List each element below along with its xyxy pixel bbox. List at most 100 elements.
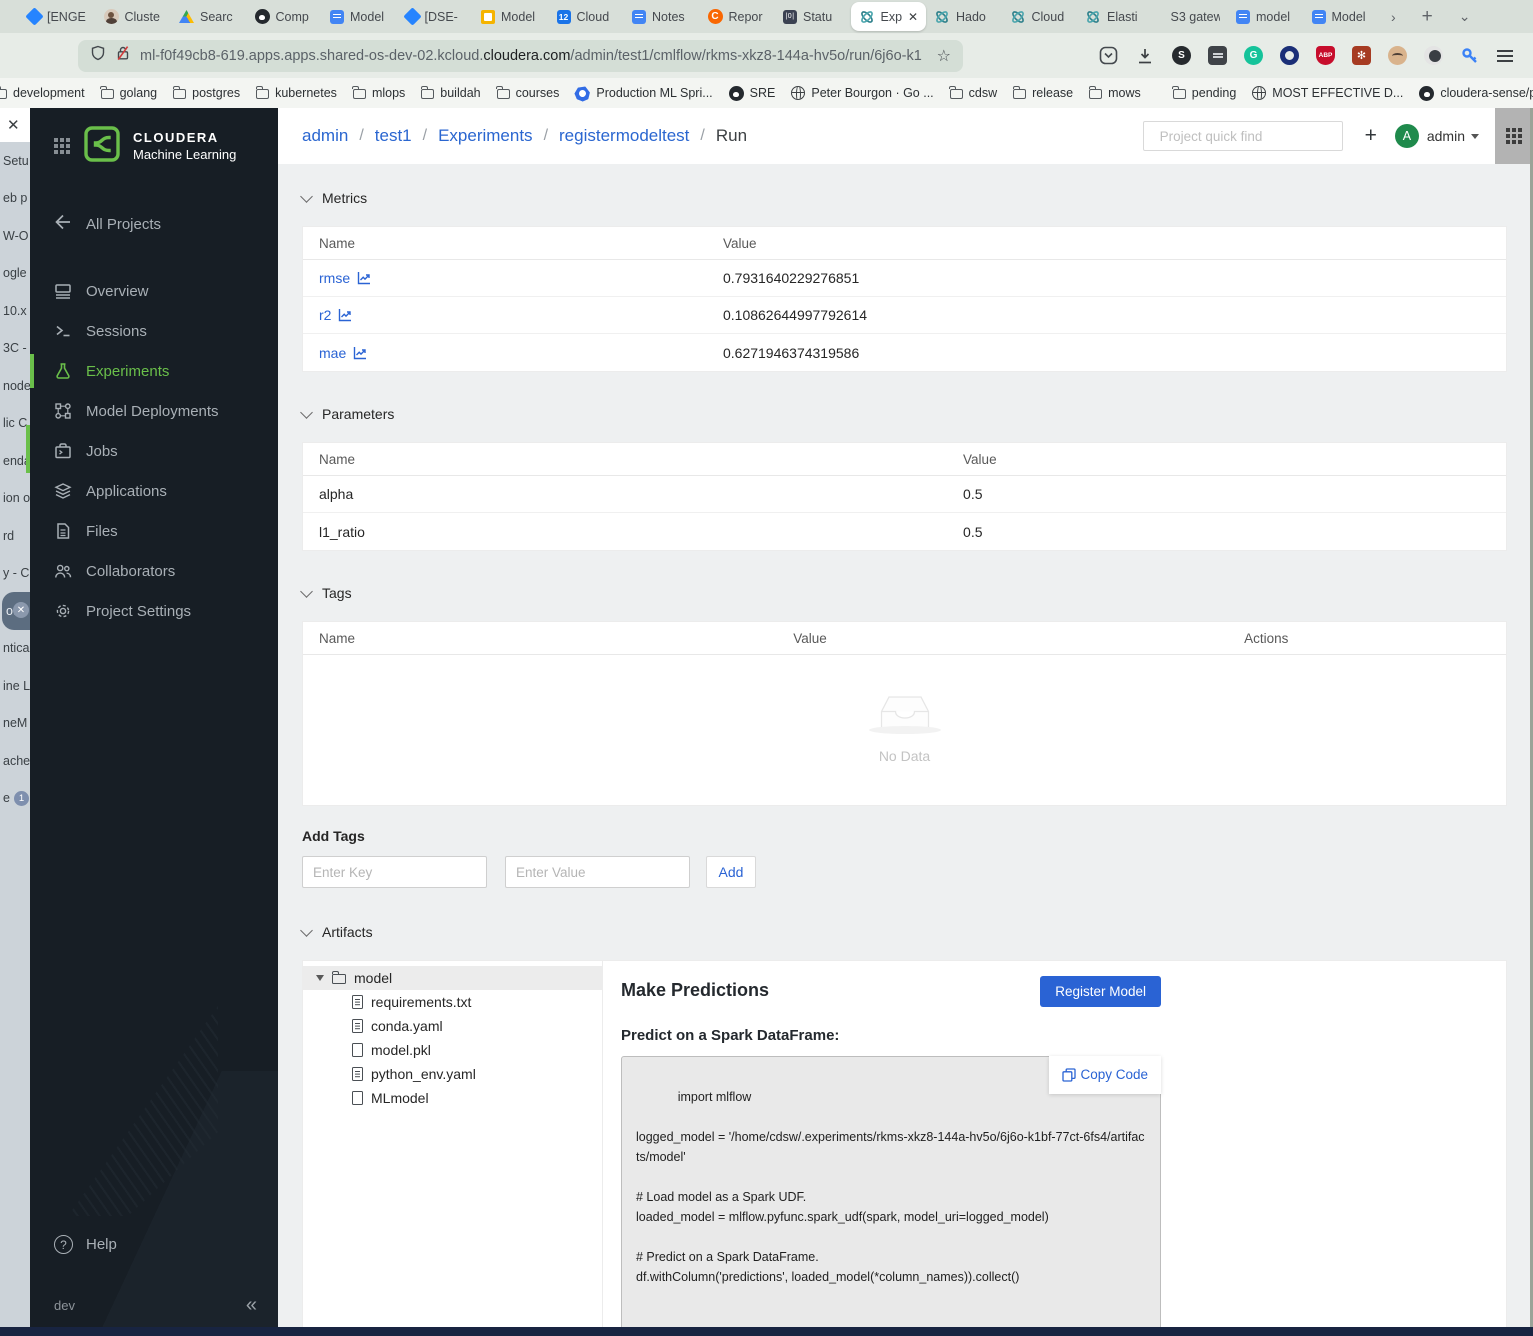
sidebar-item-collaborators[interactable]: Collaborators	[30, 551, 278, 591]
tree-file[interactable]: python_env.yaml	[303, 1062, 602, 1086]
sidebar-collapse-icon[interactable]: «	[246, 1294, 257, 1317]
adblock-icon[interactable]	[1316, 46, 1335, 65]
browser-tab[interactable]: [DSE-	[398, 0, 474, 33]
bookmark-item[interactable]: mows	[1088, 86, 1141, 100]
list-item[interactable]: neM	[0, 705, 30, 743]
collapse-chevron-icon[interactable]	[300, 584, 313, 598]
sidebar-item-applications[interactable]: Applications	[30, 471, 278, 511]
browser-tab-active[interactable]: Exp ✕	[850, 2, 926, 31]
bookmark-item[interactable]: pending	[1172, 86, 1236, 100]
browser-tab[interactable]: Hado	[926, 0, 1002, 33]
browser-tab[interactable]: Searc	[171, 0, 247, 33]
tag-key-input[interactable]	[302, 856, 487, 888]
grammarly-icon[interactable]	[1244, 46, 1263, 65]
list-item[interactable]: node	[0, 367, 30, 405]
browser-tab[interactable]: Cloud	[549, 0, 625, 33]
chevron-down-icon[interactable]	[1471, 133, 1479, 139]
copy-code-button[interactable]: Copy Code	[1049, 1056, 1161, 1094]
new-project-button[interactable]: +	[1365, 124, 1377, 148]
list-item[interactable]: ntica	[0, 630, 30, 668]
breadcrumb-link[interactable]: admin	[302, 126, 348, 146]
breadcrumb-link[interactable]: test1	[375, 126, 412, 146]
search-input[interactable]	[1159, 128, 1337, 144]
tree-file[interactable]: MLmodel	[303, 1086, 602, 1110]
bookmark-item[interactable]: Production ML Spri...	[575, 86, 713, 101]
bookmark-item[interactable]: cdsw	[949, 86, 997, 100]
list-item[interactable]: ion o	[0, 480, 30, 518]
key-icon[interactable]	[1460, 46, 1480, 66]
pocket-icon[interactable]	[1098, 46, 1118, 66]
metric-link[interactable]: mae	[319, 345, 367, 361]
browser-tab[interactable]: Comp	[247, 0, 323, 33]
list-item-selected[interactable]: ou✕	[2, 592, 30, 630]
sidebar-item-experiments[interactable]: Experiments	[30, 351, 278, 391]
new-tab-button[interactable]: +	[1422, 6, 1433, 28]
download-icon[interactable]	[1135, 46, 1155, 66]
bookmark-item[interactable]: Peter Bourgon · Go ...	[791, 86, 934, 100]
tree-file[interactable]: requirements.txt	[303, 990, 602, 1014]
browser-tab[interactable]: model	[1228, 0, 1304, 33]
browser-tab[interactable]: Elasti	[1077, 0, 1153, 33]
okta-icon[interactable]	[1280, 46, 1299, 65]
list-item[interactable]: 10.x	[0, 292, 30, 330]
metric-link[interactable]: rmse	[319, 270, 371, 286]
avatar[interactable]: A	[1394, 124, 1419, 148]
bookmark-item[interactable]: buildah	[420, 86, 481, 100]
list-item[interactable]: W-O	[0, 217, 30, 255]
tree-file[interactable]: conda.yaml	[303, 1014, 602, 1038]
darkreader-icon[interactable]	[1424, 46, 1443, 65]
collapse-chevron-icon[interactable]	[300, 405, 313, 419]
collapse-chevron-icon[interactable]	[300, 923, 313, 937]
bookmark-item[interactable]: cloudera-sense/pre...	[1419, 85, 1533, 101]
caret-down-icon[interactable]	[316, 975, 324, 981]
tree-file[interactable]: model.pkl	[303, 1038, 602, 1062]
metric-link[interactable]: r2	[319, 307, 352, 323]
list-item[interactable]: ache	[0, 742, 30, 780]
bookmark-item[interactable]: courses	[496, 86, 559, 100]
url-bar[interactable]: ml-f0f49cb8-619.apps.apps.shared-os-dev-…	[78, 39, 963, 72]
list-item[interactable]: y - C	[0, 555, 30, 593]
apps-grid-button[interactable]	[1495, 108, 1533, 164]
list-item[interactable]: eb p	[0, 180, 30, 218]
browser-tab[interactable]: Repor	[700, 0, 776, 33]
browser-tab[interactable]: Model	[473, 0, 549, 33]
breadcrumb-link[interactable]: Experiments	[438, 126, 532, 146]
all-projects-link[interactable]: All Projects	[54, 213, 278, 235]
browser-tab[interactable]: Notes	[624, 0, 700, 33]
browser-tab[interactable]: [ENGE	[20, 0, 96, 33]
sidebar-item-overview[interactable]: Overview	[30, 271, 278, 311]
list-item[interactable]: rd	[0, 517, 30, 555]
bookmark-item[interactable]: release	[1012, 86, 1073, 100]
add-tag-button[interactable]: Add	[706, 856, 756, 888]
extension-card-icon[interactable]	[1208, 46, 1227, 65]
project-quick-find[interactable]	[1142, 121, 1343, 151]
extension-face-icon[interactable]	[1388, 46, 1407, 65]
tree-folder-model[interactable]: model	[303, 966, 602, 990]
shield-icon[interactable]	[90, 45, 106, 66]
app-switcher-icon[interactable]	[54, 138, 71, 155]
register-model-button[interactable]: Register Model	[1040, 976, 1161, 1007]
breadcrumb-link[interactable]: registermodeltest	[559, 126, 689, 146]
bookmark-item[interactable]: development	[0, 86, 85, 100]
list-item[interactable]: e1	[0, 780, 30, 818]
tag-value-input[interactable]	[505, 856, 690, 888]
list-item[interactable]: Setu	[0, 142, 30, 180]
user-menu[interactable]: admin	[1427, 128, 1465, 144]
spark-code-block[interactable]: import mlflow logged_model = '/home/cdsw…	[621, 1056, 1161, 1336]
browser-tab[interactable]: Model	[322, 0, 398, 33]
sidebar-item-sessions[interactable]: Sessions	[30, 311, 278, 351]
bookmark-item[interactable]: postgres	[172, 86, 240, 100]
bookmark-item[interactable]: SRE	[728, 85, 775, 101]
extension-s-icon[interactable]	[1172, 46, 1191, 65]
browser-tab[interactable]: Cloud	[1002, 0, 1078, 33]
list-item[interactable]: 3C -	[0, 330, 30, 368]
bookmark-item[interactable]: kubernetes	[255, 86, 337, 100]
sidebar-item-jobs[interactable]: Jobs	[30, 431, 278, 471]
insecure-lock-icon[interactable]	[115, 45, 131, 66]
sidebar-item-project-settings[interactable]: Project Settings	[30, 591, 278, 631]
tab-close-icon[interactable]: ✕	[908, 11, 918, 23]
extension-red-icon[interactable]	[1352, 46, 1371, 65]
browser-tab[interactable]: S3 gatewa	[1153, 0, 1229, 33]
bookmark-item[interactable]: golang	[100, 86, 157, 100]
tab-overflow-icon[interactable]: ›	[1391, 9, 1396, 25]
